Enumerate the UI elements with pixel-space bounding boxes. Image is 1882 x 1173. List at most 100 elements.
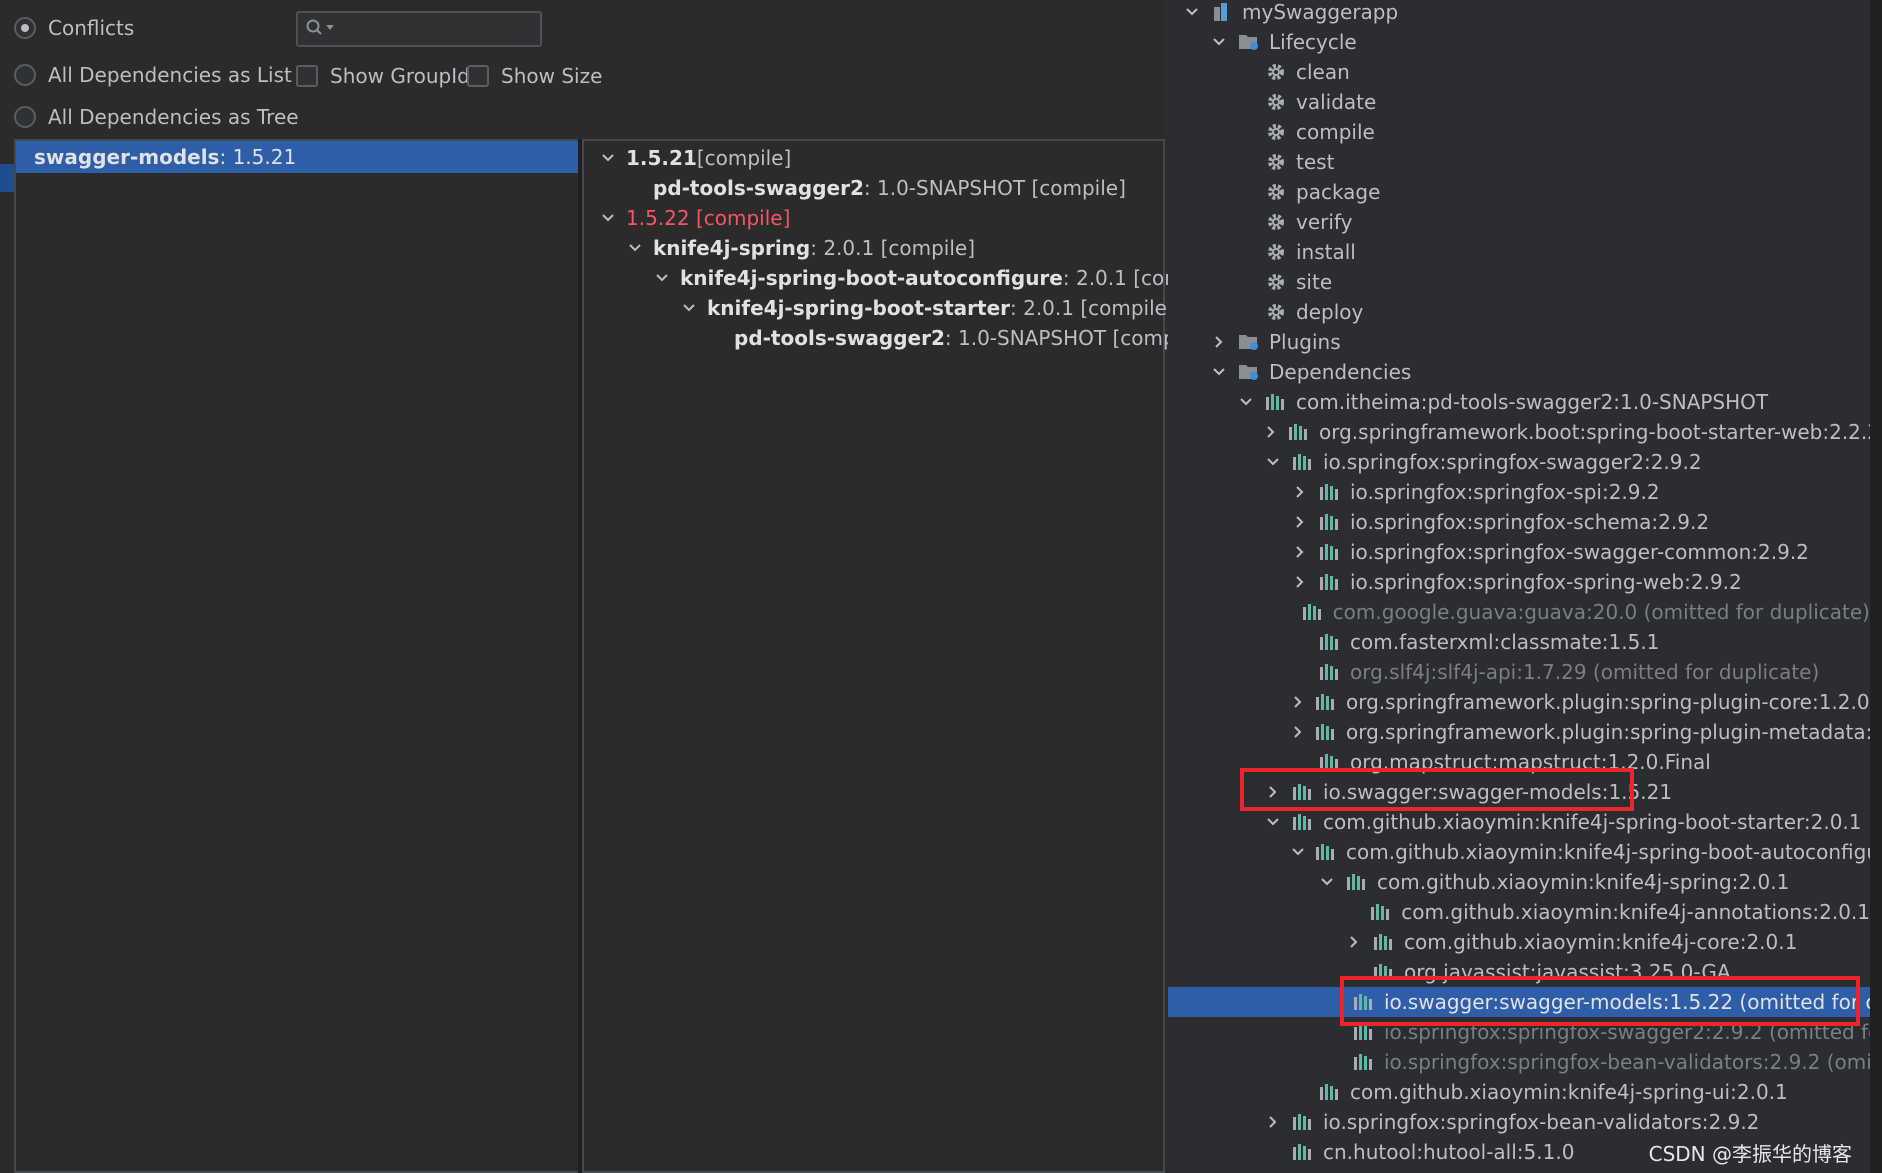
search-input[interactable] xyxy=(296,11,542,47)
library-icon xyxy=(1318,510,1342,534)
chevron-down-icon[interactable] xyxy=(1290,842,1306,862)
option-all-dependencies-tree[interactable]: All Dependencies as Tree xyxy=(14,105,299,129)
option-all-dependencies-list[interactable]: All Dependencies as List xyxy=(14,63,292,87)
chevron-down-icon[interactable] xyxy=(598,208,618,228)
chevron-down-icon[interactable] xyxy=(1263,452,1283,472)
chevron-down-icon[interactable] xyxy=(679,298,699,318)
maven-tree-row[interactable]: io.springfox:springfox-swagger2:2.9.2 xyxy=(1168,447,1870,477)
lifecycle-phase-row[interactable]: package xyxy=(1168,177,1870,207)
maven-tree-row[interactable]: com.itheima:pd-tools-swagger2:1.0-SNAPSH… xyxy=(1168,387,1870,417)
maven-tree-row[interactable]: mySwaggerapp xyxy=(1168,0,1870,27)
maven-tree-row[interactable]: com.google.guava:guava:20.0 (omitted for… xyxy=(1168,597,1870,627)
chevron-down-icon[interactable] xyxy=(1317,872,1337,892)
maven-tree-label: org.springframework.plugin:spring-plugin… xyxy=(1346,690,1870,714)
conflict-artifact-name: swagger-models xyxy=(34,145,220,169)
lifecycle-phase-row[interactable]: clean xyxy=(1168,57,1870,87)
library-icon xyxy=(1314,690,1338,714)
maven-tree-row[interactable]: com.github.xiaoymin:knife4j-core:2.0.1 xyxy=(1168,927,1870,957)
checkbox-show-groupid[interactable] xyxy=(296,65,318,87)
usage-tree-row[interactable]: pd-tools-swagger2 : 1.0-SNAPSHOT [compil… xyxy=(706,323,1207,353)
maven-tree-row[interactable]: org.slf4j:slf4j-api:1.7.29 (omitted for … xyxy=(1168,657,1870,687)
usage-tree-row[interactable]: knife4j-spring-boot-starter : 2.0.1 [com… xyxy=(679,293,1175,323)
chevron-right-icon[interactable] xyxy=(1290,542,1310,562)
maven-tree-row[interactable]: io.springfox:springfox-spring-web:2.9.2 xyxy=(1168,567,1870,597)
radio-all-tree[interactable] xyxy=(14,106,36,128)
maven-tree-row[interactable]: com.fasterxml:classmate:1.5.1 xyxy=(1168,627,1870,657)
chevron-right-icon[interactable] xyxy=(1344,932,1364,952)
maven-tree-row[interactable]: com.github.xiaoymin:knife4j-spring:2.0.1 xyxy=(1168,867,1870,897)
usage-tree-row[interactable]: pd-tools-swagger2 : 1.0-SNAPSHOT [compil… xyxy=(625,173,1126,203)
maven-tree-label: test xyxy=(1296,150,1335,174)
library-icon xyxy=(1291,810,1315,834)
maven-tree-row[interactable]: org.springframework.plugin:spring-plugin… xyxy=(1168,687,1870,717)
usage-artifact-detail: : 2.0.1 [compile] xyxy=(810,236,976,260)
usage-tree-row[interactable]: knife4j-spring : 2.0.1 [compile] xyxy=(625,233,975,263)
maven-tree-row[interactable]: com.github.xiaoymin:knife4j-spring-ui:2.… xyxy=(1168,1077,1870,1107)
maven-tree-row[interactable]: Plugins xyxy=(1168,327,1870,357)
maven-tree-label: com.github.xiaoymin:knife4j-core:2.0.1 xyxy=(1404,930,1798,954)
option-conflicts[interactable]: Conflicts xyxy=(14,16,134,40)
lifecycle-phase-row[interactable]: verify xyxy=(1168,207,1870,237)
usage-artifact-name: knife4j-spring xyxy=(653,236,811,260)
lifecycle-phase-row[interactable]: test xyxy=(1168,147,1870,177)
radio-all-list[interactable] xyxy=(14,64,36,86)
chevron-down-icon[interactable] xyxy=(1182,2,1202,22)
chevron-right-icon[interactable] xyxy=(1290,512,1310,532)
chevron-right-icon[interactable] xyxy=(1290,722,1306,742)
maven-tree-row[interactable]: io.springfox:springfox-schema:2.9.2 xyxy=(1168,507,1870,537)
maven-tree-row[interactable]: org.springframework.boot:spring-boot-sta… xyxy=(1168,417,1870,447)
lifecycle-phase-row[interactable]: install xyxy=(1168,237,1870,267)
usage-tree-row[interactable]: 1.5.21 [compile] xyxy=(598,143,791,173)
maven-tree-label: cn.hutool:hutool-all:5.1.0 xyxy=(1323,1140,1575,1164)
chevron-down-icon[interactable] xyxy=(625,238,645,258)
maven-tree-row[interactable]: com.github.xiaoymin:knife4j-spring-boot-… xyxy=(1168,837,1870,867)
maven-tree-row[interactable]: io.springfox:springfox-bean-validators:2… xyxy=(1168,1047,1870,1077)
chevron-right-icon[interactable] xyxy=(1290,482,1310,502)
usage-tree-row[interactable]: 1.5.22 [compile] xyxy=(598,203,790,233)
show-size-toggle[interactable]: Show Size xyxy=(467,64,602,88)
lifecycle-phase-row[interactable]: deploy xyxy=(1168,297,1870,327)
maven-tree-row[interactable]: io.springfox:springfox-swagger-common:2.… xyxy=(1168,537,1870,567)
search-dropdown-icon[interactable] xyxy=(326,25,334,30)
chevron-down-icon[interactable] xyxy=(1209,32,1229,52)
usage-tree-row[interactable]: knife4j-spring-boot-autoconfigure : 2.0.… xyxy=(652,263,1228,293)
chevron-down-icon[interactable] xyxy=(598,148,618,168)
usage-artifact-name: 1.5.22 [compile] xyxy=(626,206,791,230)
conflict-list-item[interactable]: swagger-models : 1.5.21 xyxy=(16,141,578,173)
chevron-right-icon[interactable] xyxy=(1209,332,1229,352)
checkbox-show-size[interactable] xyxy=(467,65,489,87)
chevron-down-icon[interactable] xyxy=(1263,812,1283,832)
maven-tree-row[interactable]: org.springframework.plugin:spring-plugin… xyxy=(1168,717,1870,747)
library-icon xyxy=(1291,1140,1315,1164)
lifecycle-phase-row[interactable]: compile xyxy=(1168,117,1870,147)
chevron-down-icon[interactable] xyxy=(1209,362,1229,382)
maven-tree-row[interactable]: io.springfox:springfox-spi:2.9.2 xyxy=(1168,477,1870,507)
maven-tool-window: mySwaggerapp Lifecycle clean validate compil… xyxy=(1168,0,1870,1173)
maven-tree-row[interactable]: Dependencies xyxy=(1168,357,1870,387)
option-conflicts-label: Conflicts xyxy=(48,16,135,40)
lifecycle-phase-row[interactable]: site xyxy=(1168,267,1870,297)
chevron-down-icon[interactable] xyxy=(1236,392,1256,412)
gear-icon xyxy=(1264,150,1288,174)
maven-tree-label: mySwaggerapp xyxy=(1242,0,1399,24)
maven-tree-row[interactable]: com.github.xiaoymin:knife4j-annotations:… xyxy=(1168,897,1870,927)
chevron-right-icon[interactable] xyxy=(1263,1112,1283,1132)
chevron-down-icon[interactable] xyxy=(652,268,672,288)
chevron-right-icon[interactable] xyxy=(1290,572,1310,592)
maven-tree-row[interactable]: io.springfox:springfox-bean-validators:2… xyxy=(1168,1107,1870,1137)
radio-conflicts[interactable] xyxy=(14,17,36,39)
lifecycle-phase-row[interactable]: validate xyxy=(1168,87,1870,117)
show-groupid-toggle[interactable]: Show GroupId xyxy=(296,64,470,88)
library-icon xyxy=(1318,480,1342,504)
show-groupid-label: Show GroupId xyxy=(330,64,470,88)
chevron-right-icon[interactable] xyxy=(1263,422,1279,442)
maven-tree-row[interactable]: com.github.xiaoymin:knife4j-spring-boot-… xyxy=(1168,807,1870,837)
chevron-right-icon[interactable] xyxy=(1290,692,1306,712)
gear-icon xyxy=(1264,60,1288,84)
maven-tree-label: io.springfox:springfox-schema:2.9.2 xyxy=(1350,510,1710,534)
gear-icon xyxy=(1264,240,1288,264)
maven-tree-row[interactable]: Lifecycle xyxy=(1168,27,1870,57)
usage-artifact-name: 1.5.21 xyxy=(626,146,697,170)
